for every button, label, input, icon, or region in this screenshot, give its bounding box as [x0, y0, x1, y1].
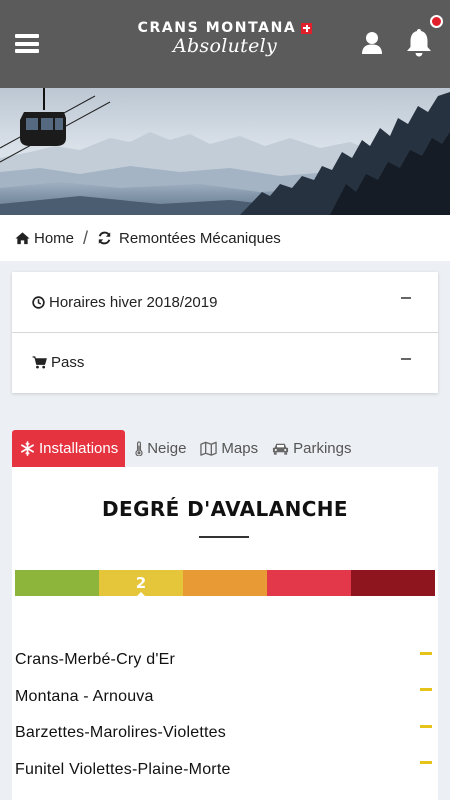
avalanche-scale: 2 [15, 570, 435, 597]
info-accordion: Horaires hiver 2018/2019 Pass [12, 272, 438, 393]
tab-label-maps: Maps [221, 440, 259, 457]
bell-icon[interactable] [405, 27, 433, 57]
avalanche-level-1 [15, 570, 99, 596]
accordion-label-pass: Pass [51, 354, 85, 371]
breadcrumb: Home / Remontées Mécaniques [0, 215, 450, 261]
avalanche-level-4 [267, 570, 351, 596]
list-item[interactable]: Funitel Violettes-Plaine-Morte [15, 752, 435, 789]
avalanche-level-5 [351, 570, 435, 596]
tab-bar: Installations Neige Maps Parkings [12, 430, 438, 467]
breadcrumb-home-link[interactable]: Home [15, 230, 74, 247]
swiss-flag-icon [301, 22, 313, 34]
lift-status-indicator [420, 688, 432, 692]
breadcrumb-current-label: Remontées Mécaniques [119, 229, 281, 247]
avalanche-current-level: 2 [135, 574, 147, 592]
logo-wordmark: CRANS MONTANA [137, 20, 297, 36]
title-divider [199, 536, 249, 538]
level-pointer-icon [136, 592, 146, 597]
lift-name: Montana - Arnouva [15, 687, 154, 705]
collapse-icon[interactable] [401, 358, 411, 360]
notification-badge [430, 15, 443, 28]
logo-tagline: Absolutely [172, 35, 278, 57]
lift-name: Barzettes-Marolires-Violettes [15, 724, 226, 742]
refresh-icon [98, 231, 111, 245]
lift-name: Crans-Merbé-Cry d'Er [15, 651, 175, 669]
list-item[interactable]: Crans-Merbé-Cry d'Er [15, 642, 435, 679]
breadcrumb-home-label: Home [34, 229, 75, 247]
cart-icon [32, 356, 47, 369]
list-item[interactable]: Montana - Arnouva [15, 679, 435, 716]
lift-status-indicator [420, 724, 432, 728]
tab-installations[interactable]: Installations [12, 430, 126, 467]
breadcrumb-separator: / [83, 227, 89, 248]
avalanche-level-3 [183, 570, 267, 596]
map-icon [200, 441, 218, 456]
thermometer-icon [135, 441, 143, 456]
collapse-icon[interactable] [401, 297, 411, 299]
home-icon [15, 232, 30, 245]
list-item[interactable]: Barzettes-Marolires-Violettes [15, 715, 435, 752]
clock-icon [32, 295, 45, 309]
accordion-label-horaires: Horaires hiver 2018/2019 [49, 293, 218, 311]
lift-list: Crans-Merbé-Cry d'Er Montana - Arnouva B… [15, 642, 435, 788]
snowflake-icon [21, 441, 34, 456]
car-icon [273, 443, 289, 455]
tab-label-parkings: Parkings [293, 440, 352, 457]
user-icon[interactable] [361, 31, 383, 55]
tab-parkings[interactable]: Parkings [265, 430, 358, 467]
accordion-item-pass[interactable]: Pass [12, 332, 438, 392]
tab-maps[interactable]: Maps [193, 430, 265, 467]
accordion-item-horaires[interactable]: Horaires hiver 2018/2019 [12, 272, 438, 332]
top-bar: CRANS MONTANA Absolutely [0, 0, 450, 88]
menu-icon[interactable] [15, 34, 39, 53]
installations-panel: DEGRÉ D'AVALANCHE 2 Crans-Merbé-Cry d'Er… [12, 467, 438, 800]
avalanche-level-2: 2 [99, 570, 183, 597]
hero-mountain-image [0, 88, 450, 215]
avalanche-title: DEGRÉ D'AVALANCHE [102, 497, 348, 521]
tab-label-neige: Neige [147, 440, 187, 457]
lift-status-indicator [420, 651, 432, 655]
tab-label-installations: Installations [39, 440, 119, 457]
breadcrumb-current[interactable]: Remontées Mécaniques [97, 230, 281, 247]
lift-status-indicator [420, 761, 432, 765]
tab-neige[interactable]: Neige [125, 430, 193, 467]
brand-logo[interactable]: CRANS MONTANA Absolutely [130, 20, 320, 57]
lift-name: Funitel Violettes-Plaine-Morte [15, 760, 231, 778]
